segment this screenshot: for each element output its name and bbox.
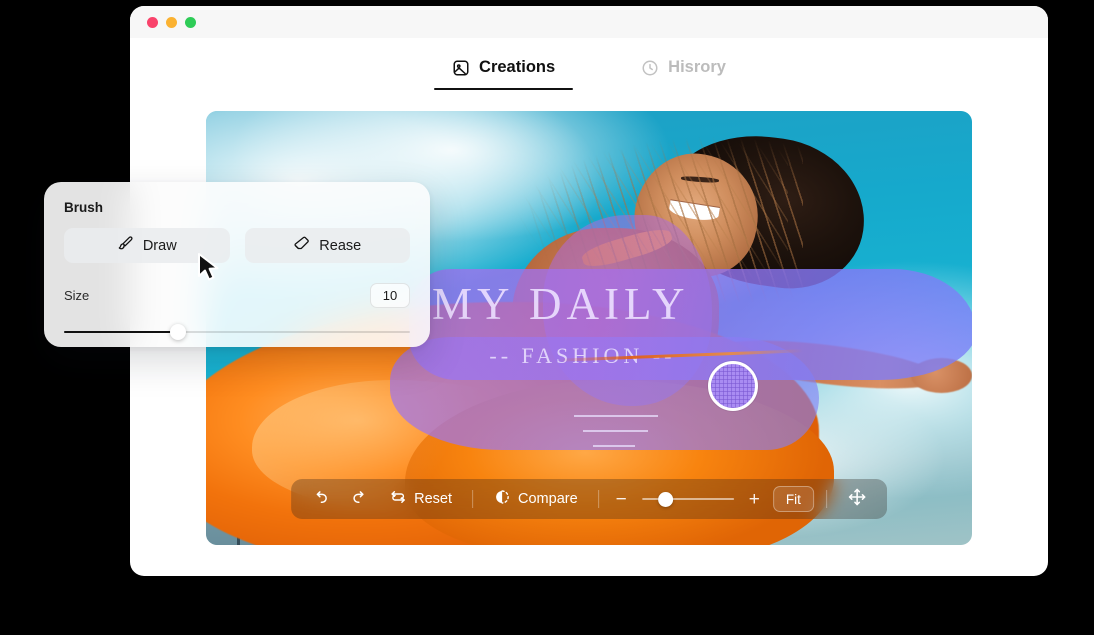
reset-button[interactable]: Reset — [381, 484, 460, 514]
redo-button[interactable] — [342, 484, 377, 514]
brush-size-value[interactable]: 10 — [370, 283, 410, 308]
zoom-out-button[interactable]: − — [611, 490, 632, 509]
reset-label: Reset — [414, 491, 453, 507]
window-titlebar — [130, 6, 1048, 38]
draw-label: Draw — [142, 237, 177, 254]
tab-creations[interactable]: Creations — [434, 58, 574, 90]
overlay-title: MY DAILY — [431, 278, 690, 329]
tab-creations-label: Creations — [479, 58, 556, 76]
compare-label: Compare — [518, 491, 578, 507]
fit-button[interactable]: Fit — [772, 486, 814, 512]
toolbar-divider-2 — [597, 490, 599, 508]
reset-icon — [389, 488, 407, 510]
move-icon — [847, 487, 867, 511]
toolbar-divider-3 — [825, 490, 827, 508]
redo-icon — [350, 488, 369, 511]
draw-button[interactable]: Draw — [64, 228, 230, 263]
overlay-rule-3 — [592, 445, 635, 448]
maximize-button[interactable] — [185, 16, 196, 28]
brush-icon — [117, 235, 134, 256]
overlay-rule-1 — [573, 414, 658, 417]
tab-history[interactable]: Hisrory — [623, 58, 744, 90]
brush-panel: Brush Draw Rease Size 10 — [44, 182, 430, 347]
close-button[interactable] — [147, 16, 158, 28]
minimize-button[interactable] — [166, 16, 177, 28]
image-icon — [452, 59, 470, 77]
zoom-slider-track — [641, 497, 734, 501]
clock-icon — [641, 59, 659, 77]
erase-label: Rease — [319, 237, 362, 254]
tab-bar: Creations Hisrory — [130, 58, 1048, 90]
brush-size-slider[interactable] — [64, 324, 410, 340]
undo-button[interactable] — [303, 484, 338, 514]
zoom-slider-knob[interactable] — [657, 491, 673, 507]
canvas-toolbar: Reset Compare − + Fit — [291, 479, 887, 519]
brush-size-row: Size 10 — [64, 283, 410, 308]
eraser-icon — [293, 235, 310, 256]
compare-icon — [493, 488, 511, 510]
brush-size-label: Size — [64, 288, 90, 303]
zoom-slider[interactable] — [641, 489, 734, 509]
toolbar-divider-1 — [472, 490, 474, 508]
pan-button[interactable] — [839, 484, 875, 514]
undo-icon — [311, 488, 330, 511]
erase-button[interactable]: Rease — [244, 228, 410, 263]
overlay-rule-2 — [582, 429, 648, 432]
brush-panel-title: Brush — [64, 200, 104, 215]
brush-size-slider-knob[interactable] — [170, 324, 187, 340]
compare-button[interactable]: Compare — [485, 484, 586, 514]
brush-size-slider-fill — [64, 331, 179, 333]
zoom-in-button[interactable]: + — [744, 490, 765, 509]
screen: Creations Hisrory MY DAILY -- FASHION --… — [0, 0, 1094, 635]
tab-history-label: Hisrory — [668, 58, 726, 76]
brush-mode-group: Draw Rease — [64, 228, 410, 263]
